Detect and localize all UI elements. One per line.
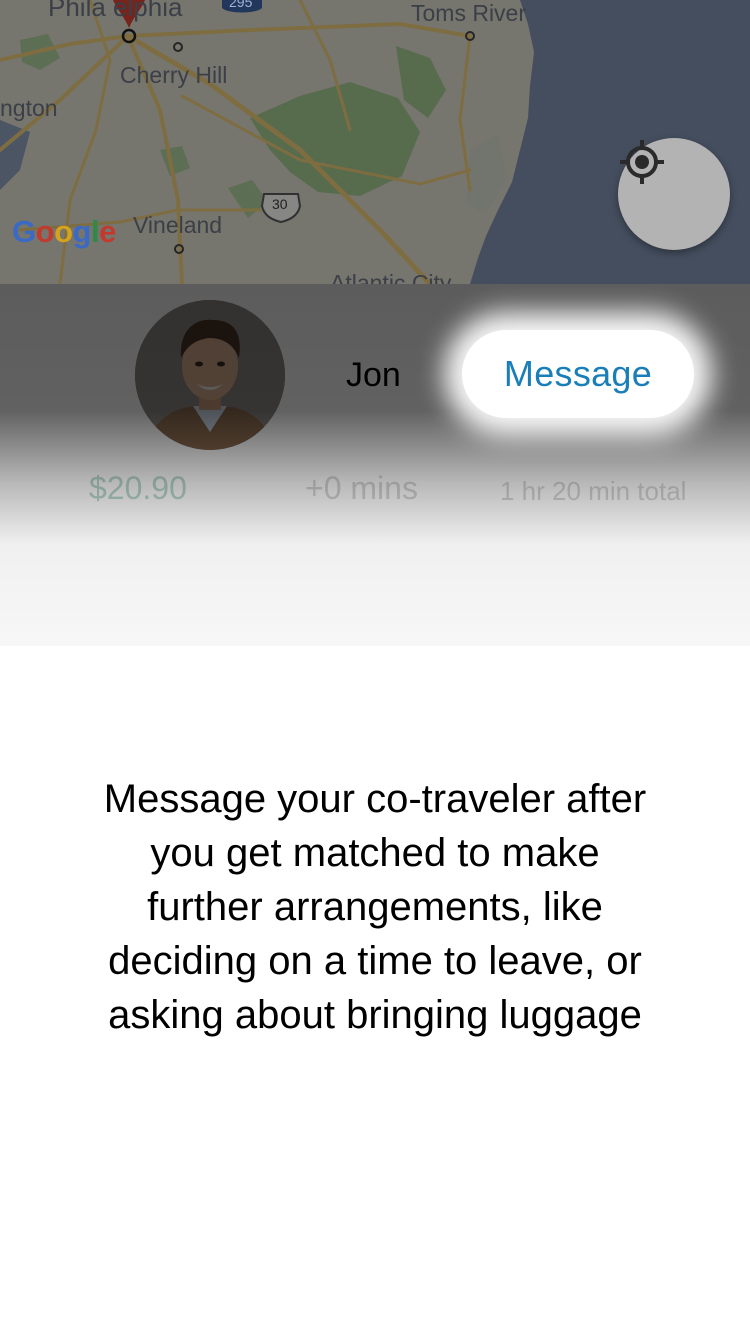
google-logo-letter: g — [72, 214, 92, 249]
message-button-highlight[interactable]: Message — [462, 330, 694, 418]
map-label-toms-river: Toms River — [411, 0, 527, 26]
map-label-philadelphia: Phila elphia — [48, 0, 183, 22]
map-label-wilmington: ngton — [0, 95, 58, 121]
map-label-atlantic-city: Atlantic City — [330, 270, 452, 284]
message-button[interactable]: Message — [504, 353, 652, 395]
trip-extra-time: +0 mins — [305, 470, 418, 506]
google-logo-letter: o — [35, 214, 55, 249]
tutorial-panel: Message your co-traveler after you get m… — [0, 646, 750, 1334]
driver-photo — [135, 300, 285, 450]
driver-name: Jon — [346, 356, 401, 394]
driver-avatar[interactable] — [135, 300, 285, 450]
locate-me-button[interactable] — [618, 138, 730, 250]
route-295-label: 295 — [229, 0, 253, 10]
trip-total-time: 1 hr 20 min total — [500, 476, 687, 506]
map-label-cherry-hill: Cherry Hill — [120, 62, 228, 88]
card-action-buttons — [0, 544, 750, 646]
trip-price: $20.90 — [89, 470, 187, 506]
crosshair-location-icon — [620, 140, 664, 184]
map-label-vineland: Vineland — [133, 212, 223, 238]
ghost-action-left — [60, 558, 320, 628]
google-logo: Google — [12, 214, 116, 250]
route-30-label: 30 — [272, 196, 288, 212]
google-logo-letter: G — [12, 214, 36, 249]
google-logo-letter: o — [54, 214, 73, 249]
tutorial-description: Message your co-traveler after you get m… — [103, 777, 647, 1037]
map-view[interactable]: Phila elphia 295 Cherry Hill ngton Vinel… — [0, 0, 750, 284]
trip-detail-card: Jon $20.90 +0 mins 1 hr 20 min total Mes… — [0, 284, 750, 646]
ghost-action-right — [420, 558, 690, 628]
google-logo-letter: e — [99, 214, 116, 249]
google-logo-letter: l — [90, 214, 100, 249]
